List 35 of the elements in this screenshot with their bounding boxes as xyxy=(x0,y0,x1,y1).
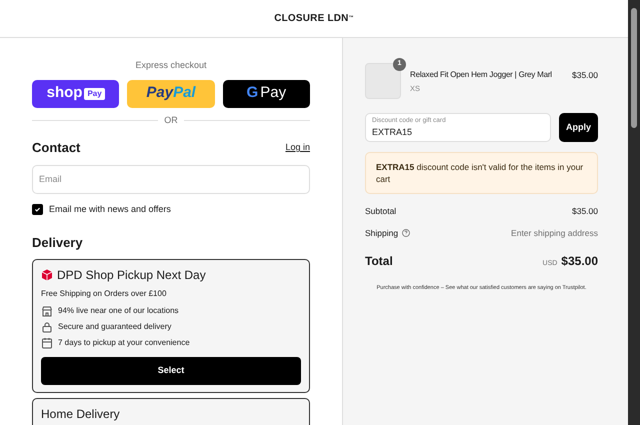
total-label: Total xyxy=(365,252,393,270)
paypal-button[interactable]: PayPal xyxy=(127,80,215,108)
login-link[interactable]: Log in xyxy=(285,141,310,154)
option-note: Free Shipping on Orders over £100 xyxy=(41,288,168,300)
brand-logo: CLOSURE LDN$^{™}$ xyxy=(274,12,354,26)
newsletter-checkbox[interactable] xyxy=(32,204,43,215)
option-title: Home Delivery xyxy=(41,406,120,422)
feature-text: 94% live near one of our locations xyxy=(58,304,179,316)
store-icon xyxy=(41,304,53,316)
lock-icon xyxy=(41,320,53,332)
total-value: $35.00 xyxy=(561,252,598,270)
calendar-icon xyxy=(41,336,53,348)
checkmark-icon xyxy=(34,206,41,213)
product-price: $35.00 xyxy=(572,69,598,82)
checkbox-label: Email me with news and offers xyxy=(49,202,171,216)
summary-value: Enter shipping address xyxy=(511,226,598,240)
section-heading: Delivery xyxy=(32,234,84,252)
select-button[interactable]: Select xyxy=(41,356,301,384)
shop-pay-button[interactable]: shop Pay xyxy=(32,80,120,108)
section-heading: Contact xyxy=(32,139,80,157)
parcel-icon xyxy=(41,268,53,280)
apply-button[interactable]: Apply xyxy=(559,113,598,142)
option-title: DPD Shop Pickup Next Day xyxy=(57,266,206,284)
divider-label: OR xyxy=(164,114,178,126)
feature-text: Secure and guaranteed delivery xyxy=(58,320,172,332)
summary-value: $35.00 xyxy=(572,205,598,218)
product-name: Relaxed Fit Open Hem Jogger | Grey Marl xyxy=(410,69,553,81)
google-pay-button[interactable]: G Pay xyxy=(222,80,310,108)
error-message: EXTRA15 discount code isn't valid for the items in your cart xyxy=(365,152,598,194)
feature-text: 7 days to pickup at your convenience xyxy=(58,336,190,348)
scrollbar[interactable] xyxy=(628,0,640,425)
summary-label: Subtotal xyxy=(365,205,396,218)
email-field[interactable]: Email xyxy=(32,164,310,194)
summary-label: Shipping xyxy=(365,226,398,240)
section-label: Express checkout xyxy=(134,59,208,72)
